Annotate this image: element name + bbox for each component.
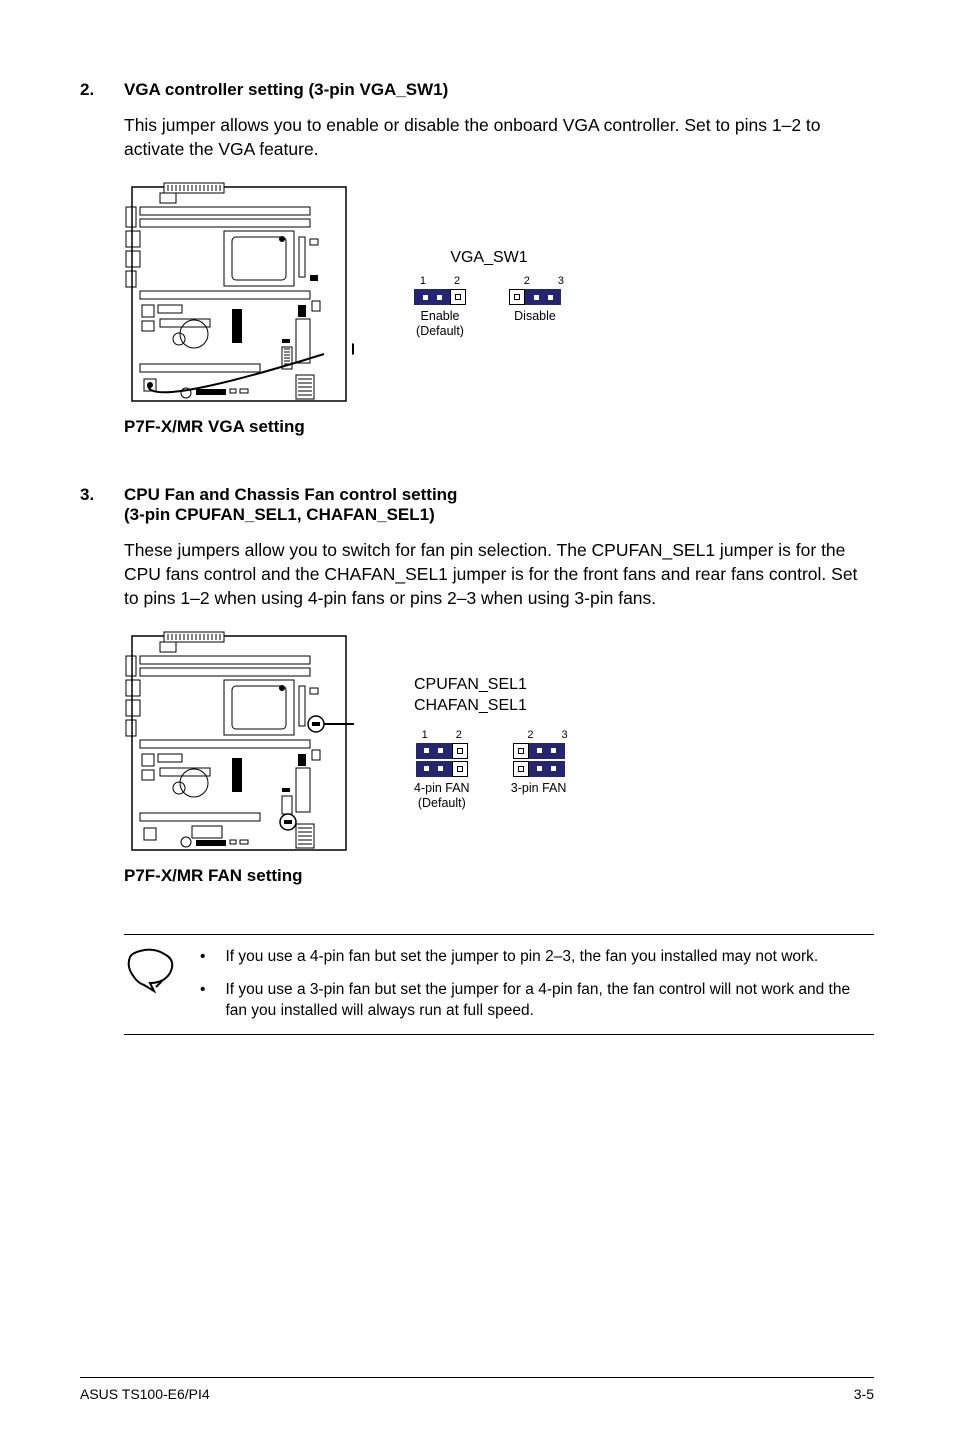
footer-page-number: 3-5 — [854, 1386, 874, 1402]
section-vga: 2. VGA controller setting (3-pin VGA_SW1… — [80, 80, 874, 437]
section-title: CPU Fan and Chassis Fan control setting … — [124, 485, 457, 525]
jumper-block-4pin-b — [416, 761, 468, 777]
section-fan: 3. CPU Fan and Chassis Fan control setti… — [80, 485, 874, 886]
footer-product: ASUS TS100-E6/PI4 — [80, 1386, 210, 1402]
pin-1-label: 1 — [420, 275, 426, 287]
section-body: These jumpers allow you to switch for fa… — [124, 539, 874, 610]
jumper-3pin-col: 2 3 3-pin FAN — [510, 729, 568, 811]
note-text: If you use a 4-pin fan but set the jumpe… — [225, 947, 818, 968]
enable-label: Enable (Default) — [416, 309, 464, 339]
note-text: If you use a 3-pin fan but set the jumpe… — [225, 980, 874, 1022]
diagram-fan: CPUFAN_SEL1 CHAFAN_SEL1 1 2 — [124, 628, 874, 858]
jumper-disable-col: 2 3 Disable — [506, 275, 564, 339]
note-item: • If you use a 3-pin fan but set the jum… — [200, 980, 874, 1022]
jumper-block-3pin-b — [513, 761, 565, 777]
section-header: 3. CPU Fan and Chassis Fan control setti… — [80, 485, 874, 525]
jumper-block-4pin-a — [416, 743, 468, 759]
pin-labels: 2 3 — [510, 729, 568, 741]
fourpin-label: 4-pin FAN (Default) — [414, 781, 470, 811]
bullet-icon: • — [200, 980, 205, 1022]
pin-3-label: 3 — [558, 275, 564, 287]
jumper-fan-info: CPUFAN_SEL1 CHAFAN_SEL1 1 2 — [414, 675, 568, 811]
jumper-vga-info: VGA_SW1 1 2 Enable (Default — [414, 249, 564, 339]
pin-3-label: 3 — [561, 729, 567, 741]
pin-labels: 1 2 — [420, 275, 460, 287]
section-number: 3. — [80, 485, 124, 525]
jumper-title: VGA_SW1 — [450, 249, 527, 267]
motherboard-diagram — [124, 628, 354, 858]
note-item: • If you use a 4-pin fan but set the jum… — [200, 947, 874, 968]
diagram-caption: P7F-X/MR VGA setting — [124, 417, 874, 437]
jumper-enable-col: 1 2 Enable (Default) — [414, 275, 466, 339]
disable-label: Disable — [514, 309, 556, 324]
motherboard-diagram — [124, 179, 354, 409]
note-content: • If you use a 4-pin fan but set the jum… — [200, 947, 874, 1022]
section-title: VGA controller setting (3-pin VGA_SW1) — [124, 80, 448, 100]
pin-1-label: 1 — [422, 729, 428, 741]
pin-labels: 1 2 — [422, 729, 462, 741]
section-header: 2. VGA controller setting (3-pin VGA_SW1… — [80, 80, 874, 100]
pin-2-label: 2 — [527, 729, 533, 741]
pin-2-label: 2 — [524, 275, 530, 287]
jumper-row: 1 2 4-pin FAN (Default) — [414, 729, 568, 811]
page-footer: ASUS TS100-E6/PI4 3-5 — [80, 1377, 874, 1402]
diagram-vga: VGA_SW1 1 2 Enable (Default — [124, 179, 874, 409]
bullet-icon: • — [200, 947, 205, 968]
jumper-block-enable — [414, 289, 466, 305]
pin-2-label: 2 — [454, 275, 460, 287]
pin-labels: 2 3 — [506, 275, 564, 287]
diagram-caption: P7F-X/MR FAN setting — [124, 866, 874, 886]
jumper-row: 1 2 Enable (Default) — [414, 275, 564, 339]
threepin-label: 3-pin FAN — [511, 781, 567, 796]
section-body: This jumper allows you to enable or disa… — [124, 114, 874, 161]
section-number: 2. — [80, 80, 124, 100]
note-icon — [124, 947, 180, 1022]
pin-2-label: 2 — [456, 729, 462, 741]
jumper-titles: CPUFAN_SEL1 CHAFAN_SEL1 — [414, 675, 568, 717]
jumper-4pin-col: 1 2 4-pin FAN (Default) — [414, 729, 470, 811]
jumper-block-3pin-a — [513, 743, 565, 759]
note-box: • If you use a 4-pin fan but set the jum… — [124, 934, 874, 1035]
jumper-block-disable — [509, 289, 561, 305]
